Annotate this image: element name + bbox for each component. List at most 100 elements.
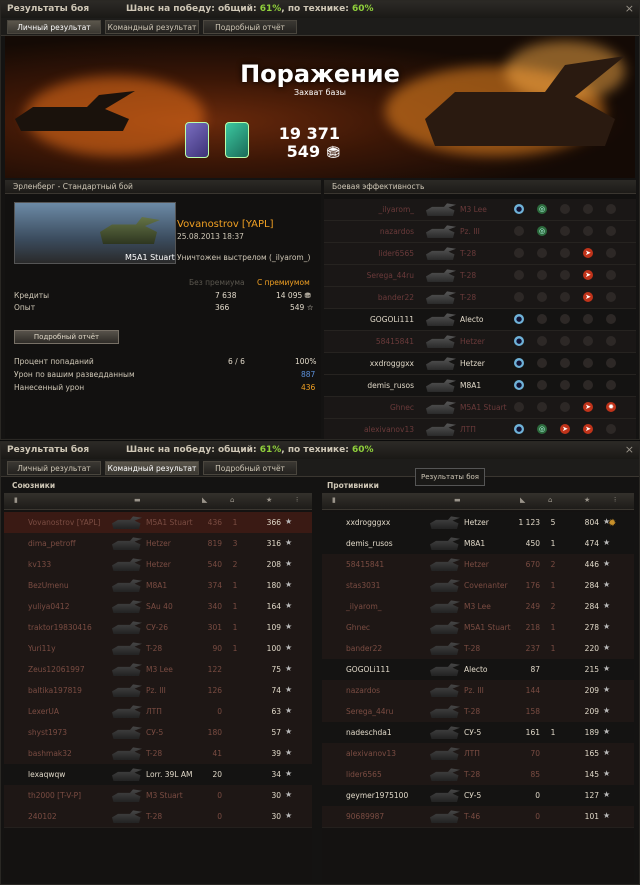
exp-value: 63: [271, 707, 281, 716]
table-row[interactable]: Zeus12061997 M3 Lee 122 75 ★: [4, 659, 312, 681]
kills-value: 5: [550, 518, 556, 527]
player-name: 90689987: [346, 812, 385, 821]
exp-value: 30: [271, 812, 281, 821]
table-row[interactable]: 58415841 Hetzer 670 2 446 ★: [322, 554, 634, 576]
efficiency-row[interactable]: bander22 T-28 ➤: [324, 287, 636, 309]
tab-detailed[interactable]: Подробный отчёт: [203, 461, 297, 475]
table-row[interactable]: traktor19830416 СУ-26 301 1 109 ★: [4, 617, 312, 639]
hit-icon: ➤: [583, 248, 593, 258]
efficiency-row[interactable]: alexivanov13 ЛТП ● ◎ ➤ ➤: [324, 419, 636, 439]
table-row[interactable]: LexerUA ЛТП 0 63 ★: [4, 701, 312, 723]
table-row[interactable]: dima_petroff Hetzer 819 3 316 ★: [4, 533, 312, 555]
tab-personal[interactable]: Личный результат: [7, 461, 101, 475]
table-row[interactable]: nazardos Pz. III 144 209 ★: [322, 680, 634, 702]
tank-icon: [112, 642, 142, 655]
damage-value: 0: [217, 812, 222, 821]
tank-name: СУ-5: [464, 791, 482, 800]
exp-value: 446: [584, 560, 599, 569]
table-row[interactable]: baltika197819 Pz. III 126 74 ★: [4, 680, 312, 702]
allies-column-header: ▮ ▬ ◣ ⌂ ★ ⁝: [4, 493, 312, 510]
table-row[interactable]: yuliya0412 SAu 40 340 1 164 ★: [4, 596, 312, 618]
table-row[interactable]: Ghnec M5A1 Stuart 218 1 278 ★: [322, 617, 634, 639]
efficiency-row[interactable]: xxdrogggxx Hetzer ●: [324, 353, 636, 375]
player-name: lider6565: [346, 770, 382, 779]
table-row[interactable]: geymer1975100 СУ-5 0 127 ★: [322, 785, 634, 807]
table-row[interactable]: Yuri11y T-28 90 1 100 ★: [4, 638, 312, 660]
efficiency-row[interactable]: _ilyarom_ M3 Lee ● ◎: [324, 199, 636, 221]
table-row[interactable]: lider6565 T-28 85 145 ★: [322, 764, 634, 786]
kills-column-icon: ⌂: [548, 496, 553, 504]
exp-total: 549 ☆: [286, 142, 340, 161]
table-row[interactable]: shyst1973 СУ-5 180 57 ★: [4, 722, 312, 744]
table-row[interactable]: Vovanostrov [YAPL] M5A1 Stuart 436 1 366 ★: [4, 512, 312, 534]
table-row[interactable]: GOGOLi111 Alecto 87 215 ★: [322, 659, 634, 681]
table-row[interactable]: nadeschda1 СУ-5 161 1 189 ★: [322, 722, 634, 744]
death-info: Уничтожен выстрелом (_ilyarom_): [177, 253, 311, 262]
close-icon[interactable]: ×: [625, 2, 634, 15]
damage-icon: ◎: [537, 226, 547, 236]
efficiency-row[interactable]: GOGOLi111 Alecto ●: [324, 309, 636, 331]
table-row[interactable]: lexaqwqw Lorr. 39L AM 20 34 ★: [4, 764, 312, 786]
table-row[interactable]: kv133 Hetzer 540 2 208 ★: [4, 554, 312, 576]
table-row[interactable]: th2000 [T-V-P] M3 Stuart 0 30 ★: [4, 785, 312, 807]
exp-value: 474: [584, 539, 599, 548]
player-name: xxdrogggxx: [346, 518, 391, 527]
table-row[interactable]: xxdrogggxx Hetzer 1 123 5 804 ★: [322, 512, 634, 534]
damage-value: 87: [530, 665, 540, 674]
table-row[interactable]: demis_rusos M8A1 450 1 474 ★: [322, 533, 634, 555]
efficiency-row[interactable]: 58415841 Hetzer ●: [324, 331, 636, 353]
tab-detailed[interactable]: Подробный отчёт: [203, 20, 297, 34]
efficiency-row[interactable]: nazardos Pz. III ◎: [324, 221, 636, 243]
exp-prem: 549 ☆: [290, 303, 314, 312]
table-row[interactable]: alexivanov13 ЛТП 70 165 ★: [322, 743, 634, 765]
table-row[interactable]: bashmak32 T-28 41 39 ★: [4, 743, 312, 765]
player-name: stas3031: [346, 581, 381, 590]
kills-value: 2: [550, 602, 556, 611]
star-icon: ★: [603, 769, 611, 778]
exp-value: 127: [584, 791, 599, 800]
table-row[interactable]: 90689987 T-46 0 101 ★: [322, 806, 634, 828]
player-name: nazardos: [346, 686, 381, 695]
tab-personal[interactable]: Личный результат: [7, 20, 101, 34]
table-row[interactable]: Serega_44ru T-28 158 209 ★: [322, 701, 634, 723]
tank-name: T-28: [146, 749, 163, 758]
exp-value: 57: [271, 728, 281, 737]
table-row[interactable]: BezUmenu M8A1 374 1 180 ★: [4, 575, 312, 597]
efficiency-row[interactable]: Ghnec M5A1 Stuart ➤ ✹: [324, 397, 636, 419]
efficiency-row[interactable]: demis_rusos M8A1 ●: [324, 375, 636, 397]
allies-title: Союзники: [12, 481, 56, 490]
tab-team[interactable]: Командный результат: [105, 20, 199, 34]
table-row[interactable]: _ilyarom_ M3 Lee 249 2 284 ★: [322, 596, 634, 618]
tank-icon: [426, 203, 456, 216]
detailed-report-button[interactable]: Подробный отчёт: [14, 330, 119, 344]
close-icon[interactable]: ×: [625, 443, 634, 456]
exp-value: 101: [584, 812, 599, 821]
tab-team[interactable]: Командный результат: [105, 461, 199, 475]
tank-icon: [112, 558, 142, 571]
star-icon: ★: [285, 643, 293, 652]
tab-bar: Личный результат Командный результат Под…: [1, 459, 639, 477]
tank-icon: [426, 401, 456, 414]
tank-name: M8A1: [146, 581, 168, 590]
player-name: Vovanostrov [YAPL]: [28, 518, 101, 527]
table-row[interactable]: bander22 T-28 237 1 220 ★: [322, 638, 634, 660]
col-base-header: Без премиума: [189, 278, 245, 287]
tank-name: T-28: [146, 644, 163, 653]
credits-base: 7 638: [215, 291, 237, 300]
allies-table: Vovanostrov [YAPL] M5A1 Stuart 436 1 366 ★ dim…: [4, 510, 312, 882]
tooltip: Результаты боя: [415, 468, 485, 486]
tank-icon: [112, 705, 142, 718]
damage-value: 0: [535, 791, 540, 800]
tab-bar: Личный результат Командный результат Под…: [1, 18, 639, 36]
player-name: demis_rusos: [346, 539, 393, 548]
exp-value: 74: [271, 686, 281, 695]
kills-column-icon: ⌂: [230, 496, 235, 504]
efficiency-row[interactable]: lider6565 T-28 ➤: [324, 243, 636, 265]
battle-reason: Захват базы: [294, 88, 346, 97]
table-row[interactable]: 240102 T-28 0 30 ★: [4, 806, 312, 828]
kills-value: 1: [550, 623, 556, 632]
table-row[interactable]: stas3031 Covenanter 176 1 284 ★: [322, 575, 634, 597]
title-bar: Результаты боя Шанс на победу: общий: 61…: [1, 442, 639, 459]
efficiency-row[interactable]: Serega_44ru T-28 ➤: [324, 265, 636, 287]
star-icon: ★: [603, 538, 611, 547]
